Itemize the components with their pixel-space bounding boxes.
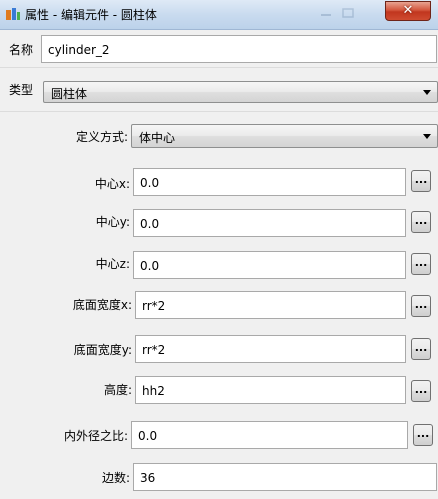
type-label: 类型	[9, 83, 34, 97]
close-icon: ✕	[402, 3, 414, 18]
height-input[interactable]	[136, 377, 405, 403]
center-z-input[interactable]	[134, 252, 405, 278]
ratio-field[interactable]	[131, 421, 408, 449]
center-x-field[interactable]	[133, 168, 406, 196]
chevron-down-icon	[423, 134, 431, 139]
base-width-x-input[interactable]	[136, 292, 405, 318]
center-z-browse-button[interactable]: ...	[411, 253, 431, 275]
base-width-x-browse-button[interactable]: ...	[411, 295, 431, 317]
browse-label: ...	[414, 173, 428, 186]
edges-field[interactable]	[133, 463, 437, 491]
ratio-browse-button[interactable]: ...	[413, 424, 433, 446]
define-label: 定义方式:	[75, 130, 128, 144]
window-title: 属性 - 编辑元件 - 圆柱体	[25, 8, 157, 22]
title-bar[interactable]: 属性 - 编辑元件 - 圆柱体 ✕	[0, 0, 438, 30]
height-browse-button[interactable]: ...	[411, 380, 431, 402]
center-y-label: 中心y:	[95, 215, 130, 229]
base-width-y-input[interactable]	[136, 336, 405, 362]
name-field[interactable]	[41, 35, 437, 63]
ratio-label: 内外径之比:	[63, 429, 128, 443]
center-y-input[interactable]	[134, 210, 405, 236]
browse-label: ...	[416, 427, 430, 440]
center-x-input[interactable]	[134, 169, 405, 195]
center-y-field[interactable]	[133, 209, 406, 237]
center-y-browse-button[interactable]: ...	[411, 211, 431, 233]
height-field[interactable]	[135, 376, 406, 404]
height-label: 高度:	[103, 383, 132, 397]
center-x-label: 中心x:	[94, 177, 130, 191]
edges-input[interactable]	[134, 464, 436, 490]
ratio-input[interactable]	[132, 422, 407, 448]
name-label: 名称	[9, 43, 34, 57]
divider	[0, 111, 438, 112]
browse-label: ...	[414, 214, 428, 227]
browse-label: ...	[414, 298, 428, 311]
base-width-y-browse-button[interactable]: ...	[411, 338, 431, 360]
define-select[interactable]: 体中心	[131, 124, 438, 148]
base-width-x-field[interactable]	[135, 291, 406, 319]
define-select-value: 体中心	[139, 131, 176, 145]
app-icon	[6, 8, 20, 20]
center-z-field[interactable]	[133, 251, 406, 279]
type-select-value: 圆柱体	[51, 87, 88, 101]
base-width-x-label: 底面宽度x:	[72, 298, 132, 312]
browse-label: ...	[414, 383, 428, 396]
center-x-browse-button[interactable]: ...	[411, 170, 431, 192]
name-input[interactable]	[42, 36, 436, 62]
browse-label: ...	[414, 256, 428, 269]
center-z-label: 中心z:	[95, 257, 130, 271]
base-width-y-label: 底面宽度y:	[73, 343, 132, 357]
chevron-down-icon	[423, 90, 431, 95]
divider	[0, 67, 438, 68]
base-width-y-field[interactable]	[135, 335, 406, 363]
window-controls-icon	[321, 8, 354, 18]
edges-label: 边数:	[101, 471, 130, 485]
type-select[interactable]: 圆柱体	[43, 81, 438, 103]
browse-label: ...	[414, 341, 428, 354]
close-button[interactable]: ✕	[385, 1, 431, 21]
